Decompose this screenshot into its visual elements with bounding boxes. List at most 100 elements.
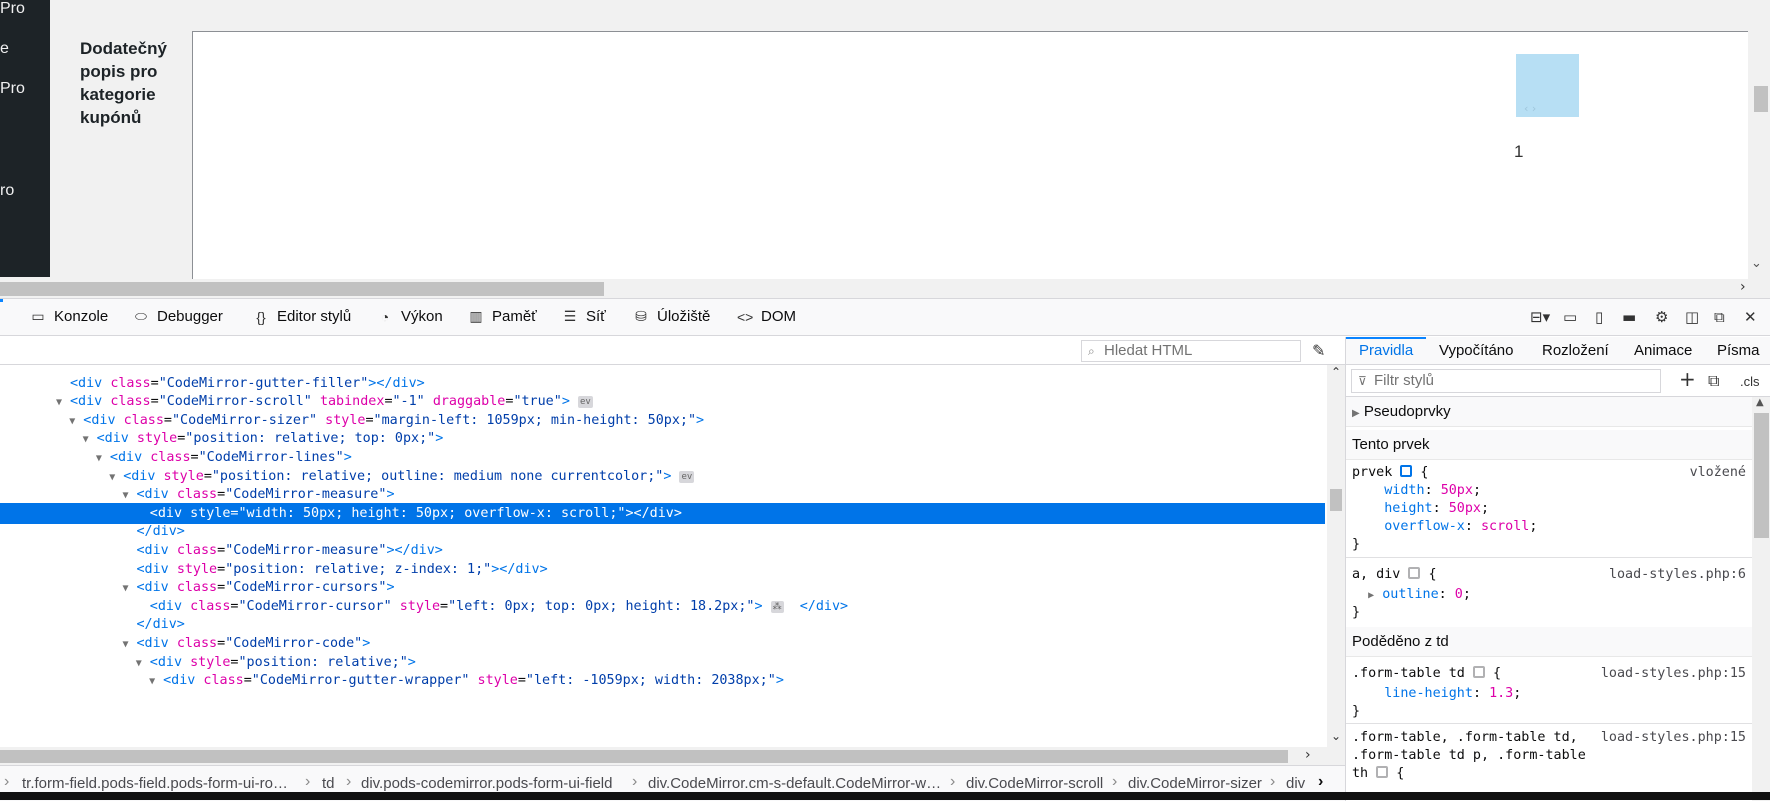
toggle-pseudo-classes-icon[interactable]: ⧉: [1708, 371, 1719, 391]
measure-element-highlight: ‹ ›: [1516, 54, 1579, 117]
page-viewport: Pro e Pro ro Dodatečný popis pro kategor…: [0, 0, 1770, 298]
element-rule-selector[interactable]: prvek {: [1352, 463, 1429, 483]
node-highlight-icon[interactable]: [1408, 567, 1421, 579]
markup-vertical-scrollbar[interactable]: [1327, 365, 1345, 747]
cls-toggle-button[interactable]: .cls: [1740, 374, 1760, 389]
frame-select-icon[interactable]: ⊟▾: [1530, 308, 1550, 326]
rule-selector[interactable]: a, div {: [1352, 565, 1437, 585]
close-icon[interactable]: ✕: [1744, 308, 1757, 326]
scroll-right-icon[interactable]: ›: [1740, 279, 1746, 295]
pseudo-elements-section[interactable]: ▶ Pseudoprvky: [1346, 397, 1752, 427]
sidebar-item-text[interactable]: e: [0, 40, 9, 58]
tab-style-editor[interactable]: {} Editor stylů: [253, 308, 351, 325]
markup-view: ⌕ Hledat HTML ✎ <div class="CodeMirror-gu…: [0, 337, 1345, 801]
storage-icon: ⛁: [635, 308, 647, 324]
expand-triangle-icon: ▶: [1368, 590, 1375, 601]
search-icon: ⌕: [1088, 344, 1095, 358]
css-declaration[interactable]: height: 50px;: [1352, 499, 1489, 519]
markup-node-text: <div class="CodeMirror-gutter-wrapper" s…: [163, 673, 784, 689]
page-vertical-scrollbar[interactable]: [1748, 0, 1770, 277]
css-declaration[interactable]: line-height: 1.3;: [1352, 684, 1521, 704]
rules-vertical-scroll-thumb[interactable]: [1754, 413, 1769, 538]
tab-network[interactable]: ☰ Síť: [562, 308, 606, 325]
tab-layout[interactable]: Rozložení: [1542, 342, 1609, 359]
page-horizontal-scroll-thumb[interactable]: [0, 282, 604, 296]
editor-line-number: 1: [1514, 142, 1524, 161]
taskbar-edge: [0, 792, 1770, 800]
split-console-icon[interactable]: ▭: [1563, 308, 1577, 326]
rule-selector[interactable]: .form-table, .form-table td,: [1352, 728, 1578, 748]
tab-memory[interactable]: ▥ Paměť: [468, 308, 536, 325]
node-highlight-icon[interactable]: [1472, 666, 1485, 678]
filter-icon: ⊽: [1358, 374, 1367, 388]
tab-inspector-partial[interactable]: [0, 299, 3, 336]
tab-rules[interactable]: Pravidla: [1359, 342, 1413, 359]
field-label: Dodatečný popis pro kategorie kupónů: [80, 39, 167, 127]
tab-computed[interactable]: Vypočítáno: [1439, 342, 1514, 359]
markup-node-text: <div class="CodeMirror-gutter-filler"></…: [70, 375, 425, 391]
tab-storage[interactable]: ⛁ Úložiště: [633, 308, 710, 325]
rule-selector[interactable]: .form-table td p, .form-table: [1352, 746, 1586, 766]
memory-icon: ▥: [469, 308, 483, 324]
console-icon: ▭: [31, 308, 45, 324]
markup-horizontal-scroll-thumb[interactable]: [0, 750, 1288, 763]
admin-sidebar: Pro e Pro ro: [0, 0, 50, 277]
gear-icon[interactable]: ⚙: [1655, 308, 1668, 326]
responsive-design-icon[interactable]: ▯: [1595, 308, 1603, 326]
breadcrumb-separator: ›: [1112, 773, 1118, 790]
breadcrumb-item[interactable]: td: [322, 775, 335, 792]
breadcrumb-item[interactable]: tr.form-field.pods-field.pods-form-ui-ro…: [22, 775, 288, 792]
rule-selector[interactable]: th {: [1352, 764, 1404, 784]
ruler-icon[interactable]: ▬: [1622, 308, 1636, 326]
measure-scroll-arrows: ‹ ›: [1524, 102, 1537, 115]
rules-list: ▶ Pseudoprvky Tento prvek prvek { vložen…: [1346, 397, 1752, 801]
dock-side-icon[interactable]: ◫: [1685, 308, 1699, 326]
rule-source-link[interactable]: load-styles.php:6: [1609, 565, 1746, 585]
sidebar-item-text[interactable]: Pro: [0, 80, 25, 98]
css-declaration[interactable]: width: 50px;: [1352, 481, 1481, 501]
tab-fonts[interactable]: Písma: [1717, 342, 1760, 359]
rule-close-brace: }: [1352, 537, 1361, 552]
markup-vertical-scroll-thumb[interactable]: [1330, 489, 1342, 511]
node-highlight-icon[interactable]: [1400, 465, 1413, 477]
css-declaration[interactable]: overflow-x: scroll;: [1352, 517, 1537, 537]
rule-source-link[interactable]: load-styles.php:15: [1601, 664, 1746, 684]
scroll-right-icon[interactable]: ›: [1305, 747, 1311, 763]
markup-node[interactable]: [0, 689, 1325, 699]
node-highlight-icon[interactable]: [1376, 766, 1389, 778]
devtools-panel: ▭ Konzole ⬭ Debugger {} Editor stylů ◔ Výkon…: [0, 298, 1770, 801]
add-rule-icon[interactable]: +: [1679, 367, 1696, 391]
css-declaration[interactable]: ▶ outline: 0;: [1352, 585, 1471, 606]
eyedropper-icon[interactable]: ✎: [1312, 341, 1325, 360]
tab-performance[interactable]: ◔ Výkon: [377, 308, 443, 325]
breadcrumb-separator: ›: [346, 773, 352, 790]
page-vertical-scroll-thumb[interactable]: [1754, 86, 1768, 112]
breadcrumb-item-current[interactable]: div: [1286, 775, 1305, 792]
tab-console[interactable]: ▭ Konzole: [30, 308, 108, 325]
breadcrumb-item[interactable]: div.CodeMirror-scroll: [966, 775, 1103, 792]
markup-tree[interactable]: <div class="CodeMirror-gutter-filler"></…: [0, 365, 1325, 747]
markup-node-text: <div class="CodeMirror-measure"></div>: [136, 543, 443, 558]
breadcrumb-scroll-right-icon[interactable]: ›: [1318, 773, 1323, 791]
scroll-down-icon[interactable]: ⌄: [1751, 256, 1762, 271]
sidebar-item-text[interactable]: ro: [0, 182, 14, 200]
sidebar-item-text[interactable]: Pro: [0, 0, 25, 18]
rule-source-link[interactable]: load-styles.php:15: [1601, 728, 1746, 748]
scroll-up-icon[interactable]: ▲: [1756, 397, 1764, 408]
html-search-input[interactable]: ⌕ Hledat HTML: [1081, 340, 1301, 362]
rule-selector[interactable]: .form-table td {: [1352, 664, 1501, 684]
breadcrumb-item[interactable]: div.CodeMirror-sizer: [1128, 775, 1262, 792]
breadcrumb-item[interactable]: div.pods-codemirror.pods-form-ui-field: [361, 775, 612, 792]
breadcrumb-item[interactable]: div.CodeMirror.cm-s-default.CodeMirror-w…: [648, 775, 941, 792]
undock-icon[interactable]: ⧉: [1714, 308, 1725, 326]
tab-animations[interactable]: Animace: [1634, 342, 1692, 359]
this-element-header: Tento prvek: [1346, 430, 1752, 460]
markup-node-text: </div>: [136, 617, 185, 633]
scroll-up-icon[interactable]: ⌃: [1331, 365, 1341, 379]
tab-debugger[interactable]: ⬭ Debugger: [133, 308, 223, 325]
filter-styles-input[interactable]: ⊽ Filtr stylů: [1351, 369, 1661, 393]
tab-dom[interactable]: <> DOM: [737, 308, 796, 325]
style-editor-icon: {}: [256, 308, 266, 325]
scroll-down-icon[interactable]: ⌄: [1331, 729, 1341, 743]
markup-node-text: <div style="position: relative;">: [149, 654, 416, 670]
